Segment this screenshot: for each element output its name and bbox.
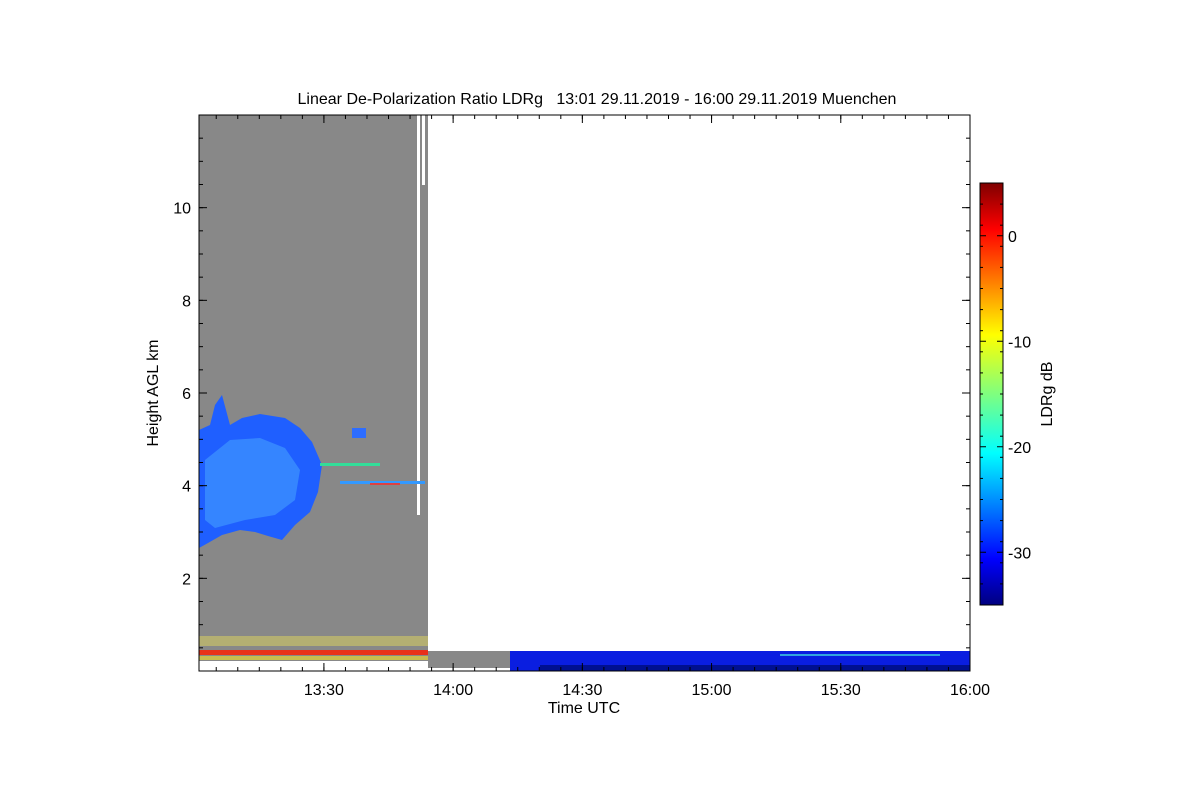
cloud-fragment (352, 428, 366, 438)
no-signal-region (199, 115, 428, 661)
colorbar-tick-label: -10 (1008, 334, 1031, 351)
x-tick-label: 13:30 (304, 682, 344, 699)
bottom-white-strip (199, 661, 428, 671)
x-tick-label: 16:00 (950, 682, 990, 699)
y-axis-label: Height AGL km (145, 339, 162, 446)
y-tick-label: 10 (173, 201, 191, 218)
x-tick-label: 15:30 (821, 682, 861, 699)
cloud-streak (320, 463, 380, 466)
chart-title: Linear De-Polarization Ratio LDRg 13:01 … (298, 91, 897, 108)
y-tick-label: 4 (182, 479, 191, 496)
data-gap-line-2 (422, 115, 425, 185)
colorbar-tick-label: -20 (1008, 440, 1031, 457)
colorbar-gradient (979, 182, 1004, 606)
colorbar-tick-label: 0 (1008, 229, 1017, 246)
colorbar-tick-label: -30 (1008, 545, 1031, 562)
near-surface-band (199, 656, 428, 660)
y-tick-label: 2 (182, 571, 191, 588)
low-level-band (199, 636, 428, 646)
y-tick-label: 8 (182, 293, 191, 310)
ldr-chart: Linear De-Polarization Ratio LDRg 13:01 … (145, 91, 1056, 717)
plot-area (198, 114, 971, 672)
cloud-streak-3 (370, 483, 400, 485)
colorbar-label: LDRg dB (1039, 362, 1056, 427)
x-tick-label: 15:00 (692, 682, 732, 699)
colorbar: 0 -10 -20 -30 LDRg dB (979, 182, 1056, 606)
x-tick-label: 14:00 (433, 682, 473, 699)
x-axis-label: Time UTC (548, 700, 620, 717)
data-gap-line (417, 115, 420, 515)
x-tick-label: 14:30 (562, 682, 602, 699)
y-tick-label: 6 (182, 386, 191, 403)
melting-layer-band (199, 650, 428, 655)
cyan-streak (780, 654, 940, 656)
